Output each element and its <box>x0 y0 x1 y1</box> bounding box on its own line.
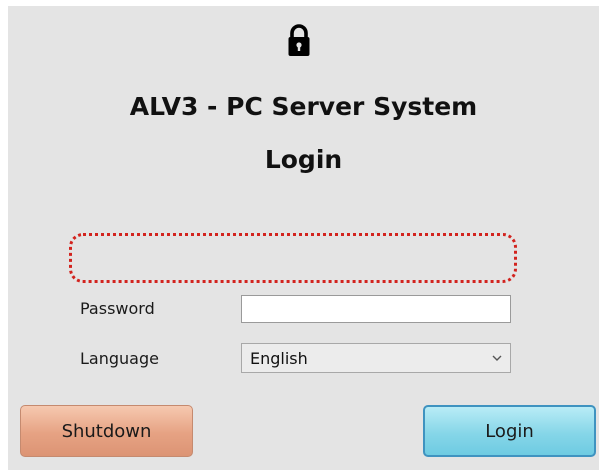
language-selected-value: English <box>250 348 308 368</box>
password-label: Password <box>80 299 155 318</box>
login-button-label: Login <box>485 420 534 442</box>
page-subtitle: Login <box>264 145 343 174</box>
highlight-annotation <box>69 233 517 283</box>
language-label: Language <box>80 349 159 368</box>
chevron-down-icon <box>492 355 502 361</box>
shutdown-button-label: Shutdown <box>61 420 152 442</box>
shutdown-button[interactable]: Shutdown <box>20 405 193 457</box>
password-field[interactable] <box>241 295 511 323</box>
login-button[interactable]: Login <box>423 405 596 457</box>
language-select[interactable]: English <box>241 343 511 373</box>
lock-icon <box>288 24 310 56</box>
page-title: ALV3 - PC Server System <box>129 92 478 121</box>
